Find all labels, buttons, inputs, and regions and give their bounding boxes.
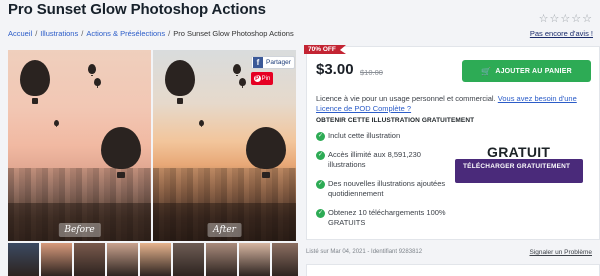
free-heading: OBTENIR CETTE ILLUSTRATION GRATUITEMENT <box>316 117 475 124</box>
check-icon: ✓ <box>316 208 325 218</box>
balloon-large <box>20 60 50 104</box>
breadcrumb-separator: / <box>168 29 171 38</box>
breadcrumb-home[interactable]: Accueil <box>8 29 32 38</box>
breadcrumb-separator: / <box>81 29 84 38</box>
product-page: Pro Sunset Glow Photoshop Actions ☆ ☆ ☆ … <box>0 0 600 276</box>
add-to-cart-label: AJOUTER AU PANIER <box>495 67 572 75</box>
lower-panel <box>306 264 600 276</box>
benefit-item: ✓ Des nouvelles illustrations ajoutées qu… <box>316 179 456 200</box>
pinterest-share-button[interactable]: P Pin <box>251 72 273 85</box>
breadcrumb-illustrations[interactable]: Illustrations <box>40 29 78 38</box>
facebook-share-button[interactable]: f Partager <box>251 56 295 69</box>
star-icon[interactable]: ☆ <box>539 14 549 25</box>
benefits-list: ✓ Inclut cette illustration ✓ Accès illimi… <box>316 131 456 237</box>
check-icon: ✓ <box>316 132 325 141</box>
balloon-medium <box>101 127 141 179</box>
thumbnail[interactable] <box>206 243 237 276</box>
breadcrumb-current: Pro Sunset Glow Photoshop Actions <box>173 29 294 38</box>
balloon-small <box>233 64 241 77</box>
balloon-small <box>239 78 246 88</box>
facebook-share-label: Partager <box>266 59 291 66</box>
cart-icon: 🛒 <box>481 66 492 76</box>
balloon-large <box>165 60 195 104</box>
star-icon[interactable]: ☆ <box>582 14 592 25</box>
thumbnail[interactable] <box>107 243 138 276</box>
benefit-text: Obtenez 10 téléchargements 100% GRATUITS <box>328 207 446 228</box>
report-problem-link[interactable]: Signaler un Problème <box>529 249 592 256</box>
license-text: Licence à vie pour un usage personnel et… <box>316 94 594 114</box>
thumbnail[interactable] <box>272 243 298 276</box>
breadcrumb: Accueil / Illustrations / Actions & Présélec… <box>8 29 294 38</box>
thumbnail[interactable] <box>173 243 204 276</box>
thumbnail[interactable] <box>74 243 105 276</box>
license-description: Licence à vie pour un usage personnel et… <box>316 94 496 103</box>
rating-stars[interactable]: ☆ ☆ ☆ ☆ ☆ <box>539 14 592 25</box>
share-buttons: f Partager P Pin <box>251 56 295 85</box>
pinterest-share-label: Pin <box>261 75 271 82</box>
star-icon[interactable]: ☆ <box>560 14 570 25</box>
benefit-text: Des nouvelles illustrations ajoutées quo… <box>328 178 446 199</box>
benefit-item: ✓ Accès illimité aux 8,591,230 illustrati… <box>316 150 456 171</box>
discount-badge: 70% OFF <box>304 45 346 54</box>
thumbnail[interactable] <box>41 243 72 276</box>
balloon-medium <box>246 127 286 179</box>
benefit-text: Inclut cette illustration <box>328 131 401 140</box>
thumbnail[interactable] <box>140 243 171 276</box>
page-title: Pro Sunset Glow Photoshop Actions <box>8 1 266 18</box>
price: $3.00 <box>316 61 354 78</box>
balloon-small <box>88 64 96 77</box>
free-title: GRATUIT <box>487 144 551 160</box>
thumbnail[interactable] <box>8 243 39 276</box>
after-label: After <box>207 223 242 237</box>
check-icon: ✓ <box>316 179 325 189</box>
add-to-cart-button[interactable]: 🛒 AJOUTER AU PANIER <box>462 60 591 82</box>
breadcrumb-actions-presets[interactable]: Actions & Présélections <box>86 29 165 38</box>
star-icon[interactable]: ☆ <box>571 14 581 25</box>
pinterest-icon: P <box>253 75 261 82</box>
thumbnail-strip <box>8 243 298 276</box>
purchase-panel: 70% OFF $3.00 $10.00 🛒 AJOUTER AU PANIER… <box>304 45 600 240</box>
balloon-small <box>94 78 101 88</box>
benefit-text: Accès illimité aux 8,591,230 illustratio… <box>328 149 421 170</box>
free-download-button[interactable]: TÉLÉCHARGER GRATUITEMENT <box>455 159 583 183</box>
listing-meta: Listé sur Mar 04, 2021 - Identifiant 928… <box>306 249 423 255</box>
balloon-tiny <box>199 120 204 128</box>
star-icon[interactable]: ☆ <box>550 14 560 25</box>
old-price: $10.00 <box>360 68 383 77</box>
no-review-link[interactable]: Pas encore d'avis ! <box>530 29 593 38</box>
facebook-icon: f <box>253 57 263 68</box>
benefit-item: ✓ Obtenez 10 téléchargements 100% GRATUIT… <box>316 208 456 229</box>
benefit-item: ✓ Inclut cette illustration <box>316 131 456 142</box>
thumbnail[interactable] <box>239 243 270 276</box>
before-label: Before <box>58 223 101 237</box>
balloon-tiny <box>54 120 59 128</box>
breadcrumb-separator: / <box>35 29 38 38</box>
before-image: Before <box>8 50 151 241</box>
check-icon: ✓ <box>316 150 325 160</box>
